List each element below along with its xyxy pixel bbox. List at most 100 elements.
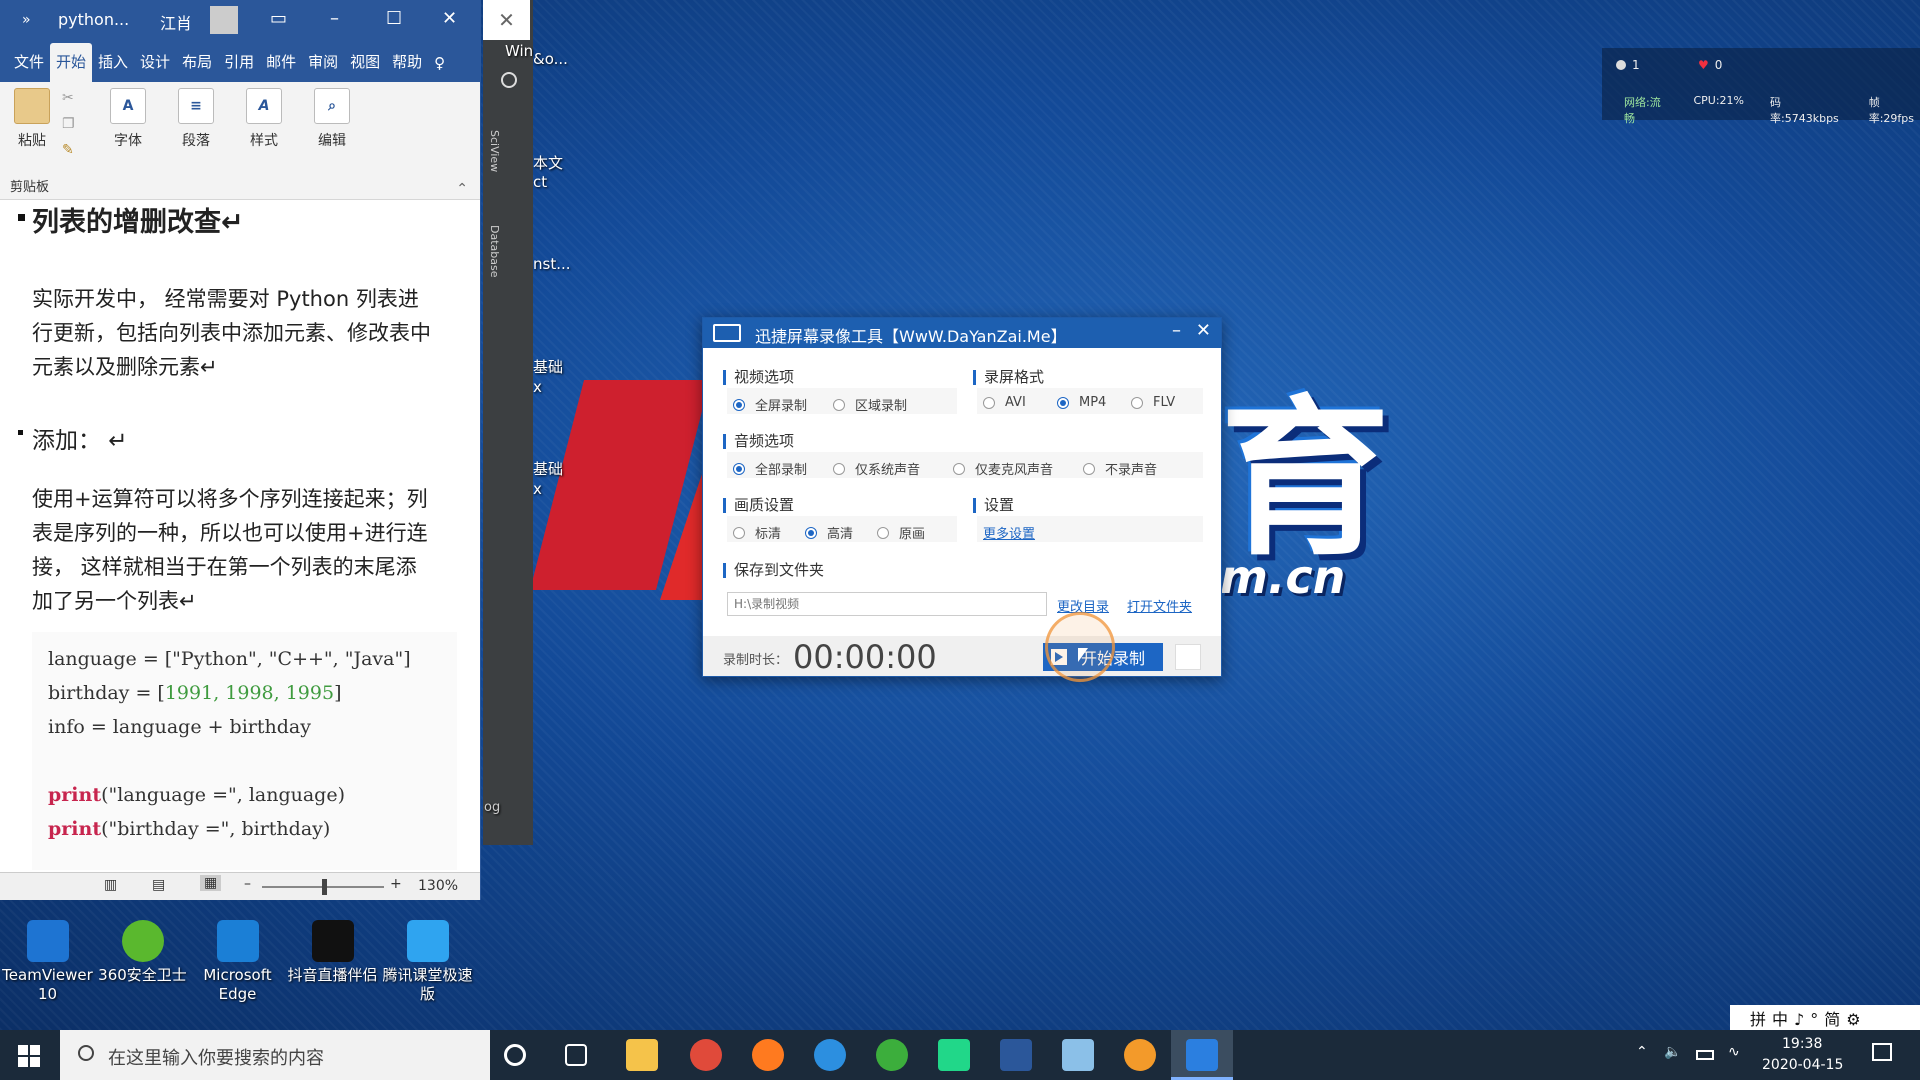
- database-tab[interactable]: Database: [487, 225, 501, 278]
- radio-quality-standard[interactable]: 标清: [733, 523, 781, 542]
- 360-icon: [121, 920, 164, 962]
- file-explorer-icon[interactable]: [626, 1039, 658, 1071]
- collapse-ribbon-icon[interactable]: ⌃: [456, 181, 468, 197]
- tab-review[interactable]: 审阅: [302, 51, 344, 82]
- tab-view[interactable]: 视图: [344, 51, 386, 82]
- chrome-icon[interactable]: [690, 1039, 722, 1071]
- stop-button[interactable]: [1175, 644, 1201, 670]
- desktop-icon-teamviewer[interactable]: TeamViewer 10: [0, 920, 95, 1004]
- cut-icon[interactable]: ✂: [62, 90, 74, 106]
- code-line: print("language =", language): [48, 784, 346, 806]
- paragraph-button[interactable]: ≡ 段落: [172, 88, 220, 150]
- screen-recorder-icon[interactable]: [1186, 1039, 1218, 1071]
- bg-label: Win: [505, 42, 534, 60]
- desktop-icon-edge[interactable]: Microsoft Edge: [190, 920, 285, 1004]
- desktop-icon-tencent-classroom[interactable]: 腾讯课堂极速版: [380, 920, 475, 1004]
- minimize-icon[interactable]: –: [1172, 320, 1181, 341]
- fiddler-icon[interactable]: [1124, 1039, 1156, 1071]
- avatar[interactable]: [210, 6, 238, 34]
- desktop-icon-douyin[interactable]: 抖音直播伴侣: [285, 920, 380, 1004]
- save-section-title: 保存到文件夹: [723, 563, 824, 578]
- chevron-up-icon[interactable]: ⌃: [1636, 1044, 1648, 1060]
- taskbar-search[interactable]: 在这里输入你要搜索的内容: [60, 1030, 490, 1080]
- radio-audio-none[interactable]: 不录声音: [1083, 459, 1157, 478]
- word-icon[interactable]: [1000, 1039, 1032, 1071]
- radio-audio-mic[interactable]: 仅麦克风声音: [953, 459, 1053, 478]
- radio-fullscreen[interactable]: 全屏录制: [733, 395, 807, 414]
- battery-icon[interactable]: [1696, 1050, 1714, 1060]
- background-ide-window: SciView Database: [483, 0, 533, 845]
- tab-insert[interactable]: 插入: [92, 51, 134, 82]
- ime-toolbar[interactable]: 拼中♪°简⚙: [1730, 1005, 1920, 1030]
- tab-layout[interactable]: 布局: [176, 51, 218, 82]
- clock-time[interactable]: 19:38: [1782, 1036, 1822, 1052]
- radio-flv[interactable]: FLV: [1131, 395, 1175, 410]
- notification-icon[interactable]: [1872, 1043, 1892, 1061]
- tab-design[interactable]: 设计: [134, 51, 176, 82]
- save-path-input[interactable]: [727, 592, 1047, 616]
- code-line: birthday = [1991, 1998, 1995]: [48, 682, 342, 704]
- section-heading: 列表的增删改查↵: [32, 207, 244, 238]
- radio-audio-all[interactable]: 全部录制: [733, 459, 807, 478]
- heart-icon: ♥: [1698, 58, 1709, 72]
- radio-avi[interactable]: AVI: [983, 395, 1026, 410]
- code-line: print("birthday =", birthday): [48, 818, 331, 840]
- paragraph-add: 使用+运算符可以将多个序列连接起来；列表是序列的一种，所以也可以使用+进行连接，…: [32, 487, 428, 613]
- like-count: 0: [1714, 58, 1723, 72]
- clock-date[interactable]: 2020-04-15: [1762, 1057, 1843, 1073]
- styles-button[interactable]: A 样式: [240, 88, 288, 150]
- tab-references[interactable]: 引用: [218, 51, 260, 82]
- minimize-icon[interactable]: –: [330, 8, 339, 29]
- format-painter-icon[interactable]: ✎: [62, 142, 74, 158]
- 360-browser-icon[interactable]: [876, 1039, 908, 1071]
- desktop-icon-360[interactable]: 360安全卫士: [95, 920, 190, 1004]
- firefox-icon[interactable]: [752, 1039, 784, 1071]
- open-folder-link[interactable]: 打开文件夹: [1127, 596, 1192, 615]
- volume-icon[interactable]: 🔈: [1664, 1044, 1681, 1060]
- close-icon[interactable]: ✕: [483, 0, 530, 40]
- sciview-tab[interactable]: SciView: [487, 130, 501, 172]
- read-mode-icon[interactable]: ▥: [104, 877, 117, 893]
- close-icon[interactable]: ✕: [1196, 320, 1211, 341]
- cortana-icon[interactable]: [504, 1044, 526, 1066]
- radio-region[interactable]: 区域录制: [833, 395, 907, 414]
- tab-mailings[interactable]: 邮件: [260, 51, 302, 82]
- search-icon[interactable]: [501, 72, 517, 88]
- lightbulb-icon[interactable]: ♀: [428, 54, 451, 82]
- paste-button[interactable]: 粘贴: [12, 88, 52, 150]
- word-titlebar: » python... 江肖 ▭ – ☐ ✕: [0, 0, 480, 40]
- pycharm-icon[interactable]: [938, 1039, 970, 1071]
- radio-quality-high[interactable]: 高清: [805, 523, 853, 542]
- radio-audio-system[interactable]: 仅系统声音: [833, 459, 920, 478]
- zoom-level[interactable]: 130%: [418, 878, 458, 894]
- ie-icon[interactable]: [814, 1039, 846, 1071]
- maximize-icon[interactable]: ☐: [386, 8, 402, 29]
- web-layout-icon[interactable]: ▦: [200, 875, 222, 891]
- copy-icon[interactable]: ❐: [62, 116, 75, 132]
- radio-mp4[interactable]: MP4: [1057, 395, 1106, 410]
- ribbon-display-icon[interactable]: ▭: [270, 8, 287, 29]
- close-icon[interactable]: ✕: [442, 8, 457, 29]
- ribbon: 粘贴 ✂ ❐ ✎ A 字体 ≡ 段落 A 样式 ⌕ 编辑 剪贴板 ⌃: [0, 82, 480, 200]
- expand-icon[interactable]: »: [22, 12, 31, 28]
- editing-button[interactable]: ⌕ 编辑: [308, 88, 356, 150]
- recorder-footer: 录制时长： 00:00:00 开始录制: [703, 636, 1221, 676]
- wifi-icon[interactable]: ∿: [1728, 1044, 1740, 1060]
- more-settings-link[interactable]: 更多设置: [983, 523, 1035, 542]
- task-view-icon[interactable]: [565, 1044, 587, 1066]
- tab-file[interactable]: 文件: [8, 51, 50, 82]
- document-title: python...: [58, 10, 130, 29]
- tab-home[interactable]: 开始: [50, 43, 93, 82]
- zoom-in-icon[interactable]: +: [390, 876, 402, 892]
- tab-help[interactable]: 帮助: [386, 51, 428, 82]
- zoom-out-icon[interactable]: –: [244, 876, 251, 892]
- font-icon: A: [110, 88, 146, 124]
- zoom-thumb[interactable]: [322, 879, 327, 895]
- print-layout-icon[interactable]: ▤: [152, 877, 165, 893]
- windows-start-icon[interactable]: [18, 1045, 40, 1067]
- document-body[interactable]: 列表的增删改查↵ 实际开发中， 经常需要对 Python 列表进行更新，包括向列…: [0, 200, 480, 870]
- radio-quality-original[interactable]: 原画: [877, 523, 925, 542]
- recorder-titlebar: 迅捷屏幕录像工具【WwW.DaYanZai.Me】 – ✕: [703, 318, 1221, 348]
- font-button[interactable]: A 字体: [104, 88, 152, 150]
- paint-icon[interactable]: [1062, 1039, 1094, 1071]
